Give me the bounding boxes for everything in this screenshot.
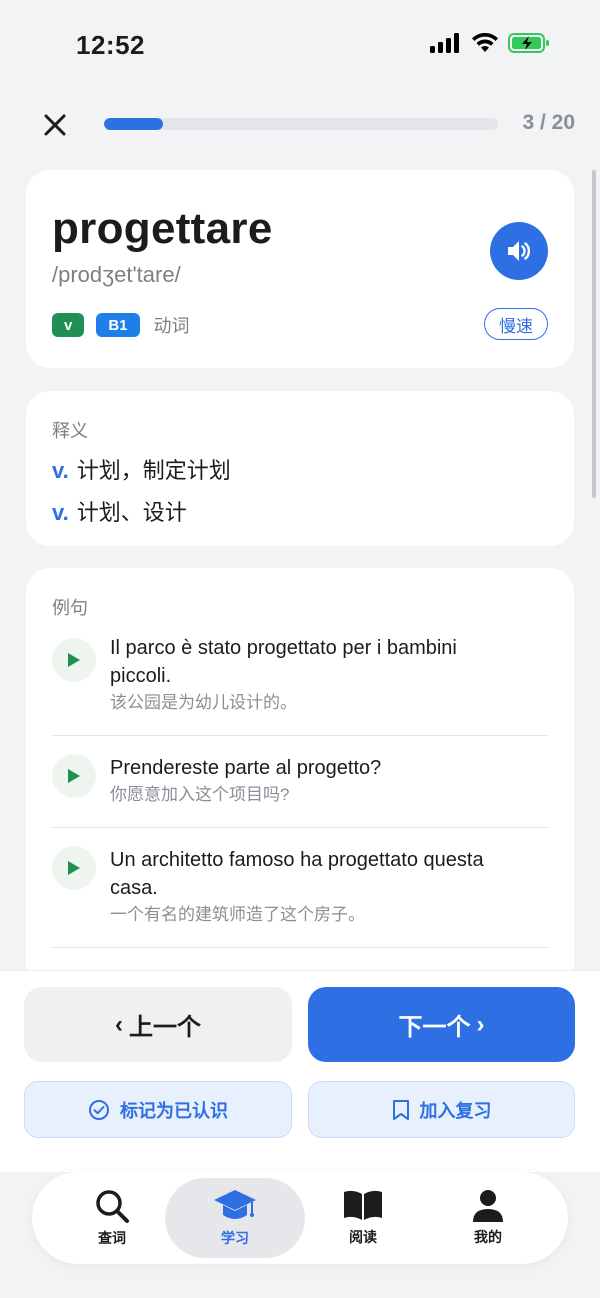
- next-button[interactable]: 下一个 ›: [308, 987, 575, 1062]
- tab-bar: 查词 学习 阅读 我的: [32, 1172, 568, 1264]
- example-play-button[interactable]: [52, 638, 96, 682]
- word-card: progettare /prodʒet'tare/ v B1 动词 慢速: [26, 170, 574, 368]
- next-label: 下一个: [398, 1014, 471, 1041]
- definition-item: v. 计划，制定计划: [52, 453, 231, 485]
- close-button[interactable]: [38, 108, 72, 142]
- example-italian: Il parco è stato progettato per i bambin…: [110, 637, 457, 687]
- tab-label: 阅读: [349, 1229, 377, 1245]
- example-play-button[interactable]: [52, 754, 96, 798]
- examples-title: 例句: [52, 598, 88, 618]
- battery-icon: [508, 33, 549, 53]
- definition-text: 计划、设计: [76, 500, 187, 525]
- scrollbar[interactable]: [592, 170, 596, 498]
- tab-label: 学习: [221, 1230, 249, 1246]
- close-icon: [44, 114, 66, 136]
- definition-text: 计划，制定计划: [76, 458, 231, 483]
- status-time: 12:52: [76, 30, 145, 60]
- definition-pos: v.: [52, 458, 69, 483]
- tab-profile[interactable]: 我的: [418, 1178, 558, 1258]
- play-icon: [68, 653, 80, 667]
- status-bar: 12:52: [0, 0, 600, 90]
- definition-item: v. 计划、设计: [52, 495, 187, 527]
- slow-speed-button[interactable]: 慢速: [484, 308, 548, 340]
- example-play-button[interactable]: [52, 846, 96, 890]
- search-icon: [96, 1190, 129, 1223]
- divider: [52, 735, 548, 736]
- example-chinese: 你愿意加入这个项目吗?: [110, 785, 290, 804]
- pos-tag: v: [52, 313, 85, 337]
- divider: [52, 827, 548, 828]
- mark-known-label: 标记为已认识: [120, 1100, 228, 1121]
- book-icon: [344, 1190, 382, 1220]
- header: 3 / 20: [0, 100, 600, 150]
- progress-count: 3 / 20: [522, 111, 575, 134]
- signal-icon: [430, 33, 459, 53]
- person-icon: [473, 1190, 503, 1222]
- example-item: Un architetto famoso ha progettato quest…: [52, 846, 548, 946]
- previous-label: 上一个: [129, 1014, 201, 1041]
- example-italian: Un architetto famoso ha progettato quest…: [110, 849, 484, 899]
- progress-bar: [104, 118, 498, 130]
- status-icons: [430, 32, 550, 54]
- definitions-title: 释义: [52, 421, 88, 441]
- tab-search[interactable]: 查词: [42, 1178, 182, 1258]
- tab-read[interactable]: 阅读: [293, 1178, 433, 1258]
- level-tag: B1: [96, 313, 140, 337]
- definition-pos: v.: [52, 500, 69, 525]
- phonetic: /prodʒet'tare/: [52, 262, 181, 287]
- pos-label: 动词: [153, 316, 190, 336]
- graduation-cap-icon: [214, 1190, 256, 1219]
- play-icon: [68, 861, 80, 875]
- wifi-icon: [472, 33, 498, 52]
- example-text: Prendereste parte al progetto? 你愿意加入这个项目…: [110, 754, 520, 808]
- bookmark-icon: [392, 1099, 409, 1120]
- add-review-label: 加入复习: [419, 1100, 492, 1121]
- word-tags: v B1 动词: [52, 312, 190, 338]
- speaker-icon: [508, 241, 531, 261]
- play-icon: [68, 769, 80, 783]
- example-italian: Prendereste parte al progetto?: [110, 757, 382, 779]
- tab-label: 查词: [98, 1230, 126, 1246]
- chevron-right-icon: ›: [476, 1010, 485, 1038]
- action-panel: ‹ 上一个 下一个 › 标记为已认识 加入复习: [0, 970, 600, 1172]
- tab-label: 我的: [474, 1229, 502, 1245]
- divider: [52, 947, 548, 948]
- add-review-button[interactable]: 加入复习: [308, 1081, 575, 1138]
- example-text: Il parco è stato progettato per i bambin…: [110, 634, 520, 716]
- pronounce-button[interactable]: [490, 222, 548, 280]
- example-chinese: 该公园是为幼儿设计的。: [110, 693, 297, 712]
- word-title: progettare: [52, 204, 273, 253]
- previous-button[interactable]: ‹ 上一个: [24, 987, 292, 1062]
- example-text: Un architetto famoso ha progettato quest…: [110, 846, 520, 928]
- example-item: Prendereste parte al progetto? 你愿意加入这个项目…: [52, 754, 548, 826]
- check-circle-icon: [89, 1099, 109, 1120]
- example-chinese: 一个有名的建筑师造了这个房子。: [110, 905, 365, 924]
- chevron-left-icon: ‹: [115, 1010, 123, 1038]
- mark-known-button[interactable]: 标记为已认识: [24, 1081, 292, 1138]
- tab-study[interactable]: 学习: [165, 1178, 305, 1258]
- example-item: Il parco è stato progettato per i bambin…: [52, 634, 548, 734]
- definitions-card: 释义 v. 计划，制定计划 v. 计划、设计: [26, 391, 574, 546]
- progress-fill: [104, 118, 164, 130]
